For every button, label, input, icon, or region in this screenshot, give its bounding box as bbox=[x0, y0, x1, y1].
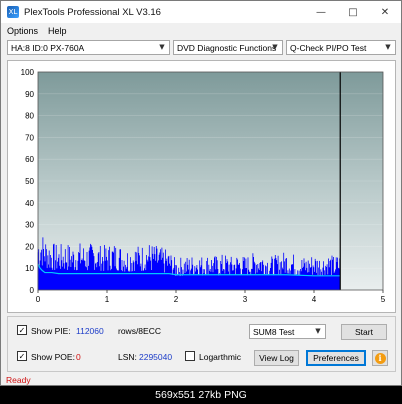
status-text: Ready bbox=[6, 375, 31, 385]
menu-options[interactable]: Options bbox=[7, 26, 38, 36]
logarithmic-label: Logarthmic bbox=[199, 352, 242, 362]
y-tick-label: 40 bbox=[25, 199, 34, 208]
function-select[interactable]: DVD Diagnostic Functions ▼ bbox=[173, 40, 283, 55]
poe-value: 0 bbox=[76, 352, 81, 362]
info-icon: i bbox=[374, 352, 386, 364]
test-select[interactable]: Q-Check PI/PO Test ▼ bbox=[286, 40, 396, 55]
info-button[interactable]: i bbox=[372, 350, 388, 366]
controls-panel: ✓ Show PIE: 112060 rows/8ECC SUM8 Test ▼… bbox=[7, 316, 396, 372]
maximize-icon[interactable]: □ bbox=[337, 1, 369, 23]
view-log-button-label: View Log bbox=[259, 353, 294, 363]
y-tick-label: 90 bbox=[25, 90, 34, 99]
chevron-down-icon: ▼ bbox=[159, 43, 165, 51]
x-tick-label: 3 bbox=[243, 295, 248, 304]
drive-select[interactable]: HA:8 ID:0 PX-760A ▼ bbox=[7, 40, 170, 55]
x-tick-label: 0 bbox=[36, 295, 41, 304]
y-tick-label: 50 bbox=[25, 177, 34, 186]
plextools-icon: XL bbox=[7, 6, 19, 18]
preferences-button[interactable]: Preferences bbox=[306, 350, 366, 366]
minimize-icon[interactable]: — bbox=[305, 1, 337, 23]
pi-po-chart: 0 10 20 30 40 50 60 70 80 90 100 0 1 2 3 4 5 bbox=[21, 68, 386, 304]
x-tick-label: 5 bbox=[381, 295, 386, 304]
lsn-label: LSN: bbox=[118, 352, 137, 362]
drive-select-value: HA:8 ID:0 PX-760A bbox=[11, 42, 85, 53]
chevron-down-icon: ▼ bbox=[385, 43, 391, 51]
y-tick-label: 20 bbox=[25, 242, 34, 251]
status-bar: Ready bbox=[2, 374, 401, 386]
x-tick-label: 4 bbox=[312, 295, 317, 304]
show-pie-label: Show PIE: bbox=[31, 326, 71, 336]
y-tick-label: 100 bbox=[21, 68, 35, 77]
toolbar: HA:8 ID:0 PX-760A ▼ DVD Diagnostic Funct… bbox=[1, 39, 401, 57]
menu-bar: Options Help bbox=[1, 23, 401, 38]
lsn-value: 2295040 bbox=[139, 352, 173, 362]
test-select-value: Q-Check PI/PO Test bbox=[290, 42, 367, 53]
x-tick-label: 2 bbox=[174, 295, 179, 304]
show-poe-label: Show POE: bbox=[31, 352, 75, 362]
y-tick-label: 0 bbox=[30, 286, 35, 295]
close-icon[interactable]: ✕ bbox=[369, 1, 401, 23]
sum-test-value: SUM8 Test bbox=[253, 326, 295, 337]
sum-test-select[interactable]: SUM8 Test ▼ bbox=[249, 324, 326, 339]
logarithmic-checkbox[interactable] bbox=[185, 351, 195, 361]
y-tick-label: 30 bbox=[25, 221, 34, 230]
preferences-button-label: Preferences bbox=[313, 353, 359, 363]
x-tick-label: 1 bbox=[105, 295, 110, 304]
chevron-down-icon: ▼ bbox=[315, 327, 321, 335]
y-tick-label: 60 bbox=[25, 155, 34, 164]
view-log-button[interactable]: View Log bbox=[254, 350, 299, 366]
chevron-down-icon: ▼ bbox=[272, 43, 278, 51]
function-select-value: DVD Diagnostic Functions bbox=[177, 42, 277, 53]
show-poe-checkbox[interactable]: ✓ bbox=[17, 351, 27, 361]
window-controls: — □ ✕ bbox=[305, 1, 401, 23]
start-button-label: Start bbox=[355, 327, 373, 337]
chart-panel: 0 10 20 30 40 50 60 70 80 90 100 0 1 2 3 4 5 bbox=[7, 60, 396, 313]
y-tick-label: 80 bbox=[25, 112, 34, 121]
pie-unit: rows/8ECC bbox=[118, 326, 161, 336]
plextools-window: XL PlexTools Professional XL V3.16 — □ ✕… bbox=[0, 0, 402, 386]
y-tick-label: 10 bbox=[25, 264, 34, 273]
show-pie-checkbox[interactable]: ✓ bbox=[17, 325, 27, 335]
image-caption: 569x551 27kb PNG bbox=[0, 386, 402, 404]
title-bar: XL PlexTools Professional XL V3.16 — □ ✕ bbox=[1, 1, 401, 23]
menu-help[interactable]: Help bbox=[48, 26, 67, 36]
window-title: PlexTools Professional XL V3.16 bbox=[24, 6, 161, 18]
y-tick-label: 70 bbox=[25, 133, 34, 142]
start-button[interactable]: Start bbox=[341, 324, 387, 340]
pie-value: 112060 bbox=[76, 326, 104, 336]
